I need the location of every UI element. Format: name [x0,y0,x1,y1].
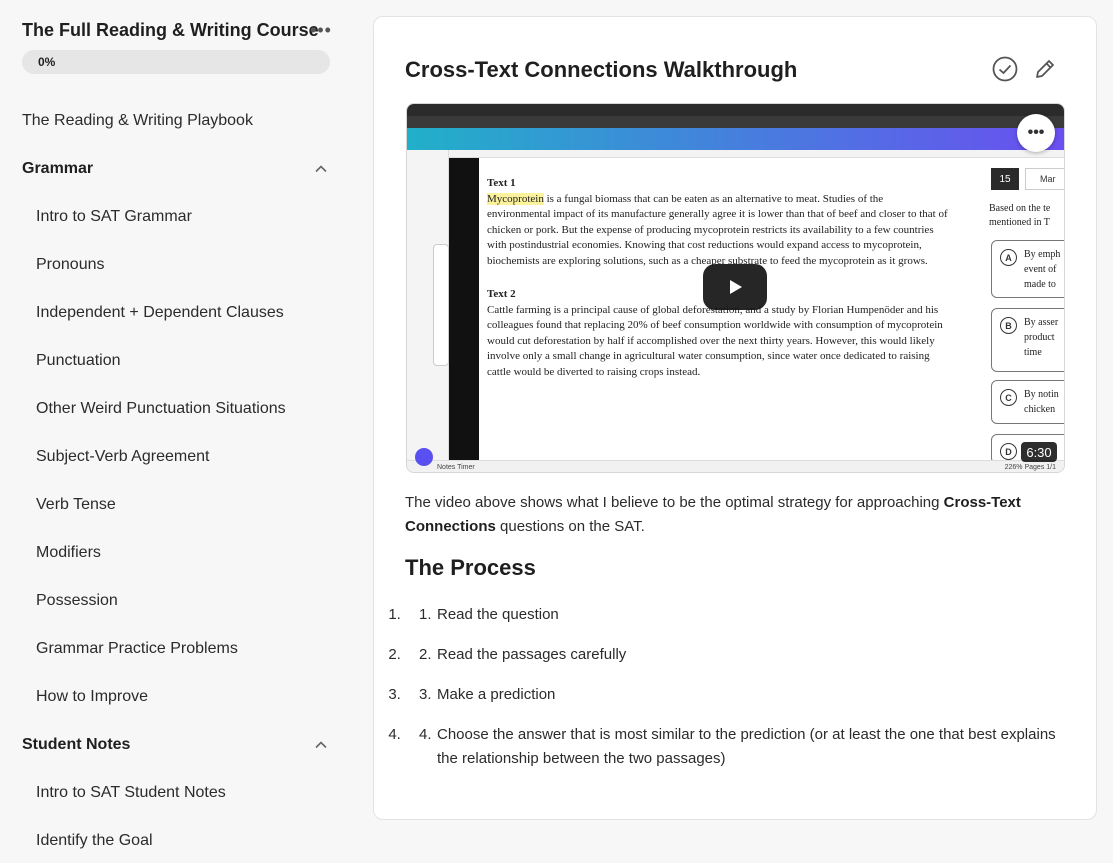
step-text: Read the passages carefully [437,646,627,663]
nav-item-lesson[interactable]: Grammar Practice Problems [0,625,352,673]
chevron-up-icon [315,741,327,749]
nav-item-lesson[interactable]: Identify the Goal [0,817,352,863]
course-progress-bar: 0% [22,50,330,74]
option-letter: A [1000,249,1017,266]
section-header-student-notes[interactable]: Student Notes [0,721,352,769]
question-stem-line: Based on the te [989,203,1051,214]
step-number: 4. [419,726,432,743]
nav-item-lesson[interactable]: Pronouns [0,241,352,289]
step-text: Read the question [437,606,559,623]
nav-item-lesson[interactable]: Modifiers [0,529,352,577]
process-step: 4. Choose the answer that is most similar… [405,723,1065,771]
play-button[interactable] [703,264,767,310]
option-text: By notin chicken [1024,389,1059,415]
course-title: The Full Reading & Writing Course [22,20,319,40]
mark-for-review: Mar [1025,168,1064,190]
option-letter: D [1000,443,1017,460]
lesson-nav: The Reading & Writing Playbook Grammar I… [0,97,352,863]
option-text: By emph event of made to [1024,249,1061,290]
video-annotation-tools [433,244,449,366]
answer-option-c: C By notin chicken [991,380,1064,424]
play-icon [730,280,742,294]
nav-item-lesson[interactable]: Independent + Dependent Clauses [0,289,352,337]
video-more-options-icon[interactable]: ••• [1017,114,1055,152]
step-number: 3. [419,686,432,703]
nav-item-lesson[interactable]: Intro to SAT Student Notes [0,769,352,817]
step-number: 1. [419,606,432,623]
intro-text-end: questions on the SAT. [495,518,645,535]
video-editor-statusbar: Notes Timer 226% Pages 1/1 [407,460,1064,472]
section-title: Grammar [22,160,94,177]
text1-passage: Mycoprotein is a fungal biomass that can… [487,192,949,270]
option-letter: C [1000,389,1017,406]
section-title: Student Notes [22,736,131,753]
video-browser-chrome [407,104,1064,116]
video-question-panel: 15 Mar Based on the te mentioned in T A … [989,158,1064,464]
process-step: 3. Make a prediction [405,683,1065,707]
video-ruler [449,150,1064,158]
video-duration: 6:30 [1021,442,1057,462]
lesson-intro: The video above shows what I believe to … [405,491,1065,539]
process-step: 2. Read the passages carefully [405,643,1065,667]
step-number: 2. [419,646,432,663]
lesson-card: Cross-Text Connections Walkthrough Text … [373,16,1097,820]
edit-pencil-icon[interactable] [1032,56,1058,82]
option-text: By asser product time [1024,317,1059,358]
nav-item-lesson[interactable]: How to Improve [0,673,352,721]
video-player[interactable]: Text 1 Mycoprotein is a fungal biomass t… [406,103,1065,473]
progress-label: 0% [38,55,56,69]
nav-item-lesson[interactable]: Punctuation [0,337,352,385]
chevron-up-icon [315,165,327,173]
process-step: 1. Read the question [405,603,1065,627]
course-sidebar: The Full Reading & Writing Course ••• 0%… [0,0,352,863]
intro-text: The video above shows what I believe to … [405,494,944,511]
status-left: Notes Timer [437,464,475,471]
text1-label: Text 1 [487,177,516,189]
option-letter: B [1000,317,1017,334]
nav-item-lesson[interactable]: Intro to SAT Grammar [0,193,352,241]
status-right: 226% Pages 1/1 [1004,464,1056,471]
video-browser-url-bar [407,116,1064,128]
answer-option-b: B By asser product time [991,308,1064,372]
question-stem-line: mentioned in T [989,217,1050,228]
more-options-icon[interactable]: ••• [308,19,334,41]
text1-body: is a fungal biomass that can be eaten as… [487,192,948,267]
question-number: 15 [991,168,1019,190]
help-icon [415,448,433,466]
nav-item-lesson[interactable]: Subject-Verb Agreement [0,433,352,481]
lesson-title: Cross-Text Connections Walkthrough [405,57,798,82]
nav-item-lesson[interactable]: Other Weird Punctuation Situations [0,385,352,433]
text2-passage: Cattle farming is a principal cause of g… [487,303,943,378]
nav-item-lesson[interactable]: Verb Tense [0,481,352,529]
nav-item-playbook[interactable]: The Reading & Writing Playbook [0,97,352,145]
process-heading: The Process [405,555,536,580]
process-steps: 1. Read the question 2. Read the passages … [405,603,1065,787]
video-dark-panel [449,158,479,460]
question-stem: Based on the te mentioned in T [989,202,1064,230]
step-text: Make a prediction [437,686,556,703]
text1-highlight: Mycoprotein [487,192,544,205]
mark-complete-icon[interactable] [991,55,1019,83]
answer-option-a: A By emph event of made to [991,240,1064,298]
video-editor-toolbar [407,128,1064,150]
step-text: Choose the answer that is most similar t… [437,726,1056,767]
section-header-grammar[interactable]: Grammar [0,145,352,193]
nav-item-lesson[interactable]: Possession [0,577,352,625]
